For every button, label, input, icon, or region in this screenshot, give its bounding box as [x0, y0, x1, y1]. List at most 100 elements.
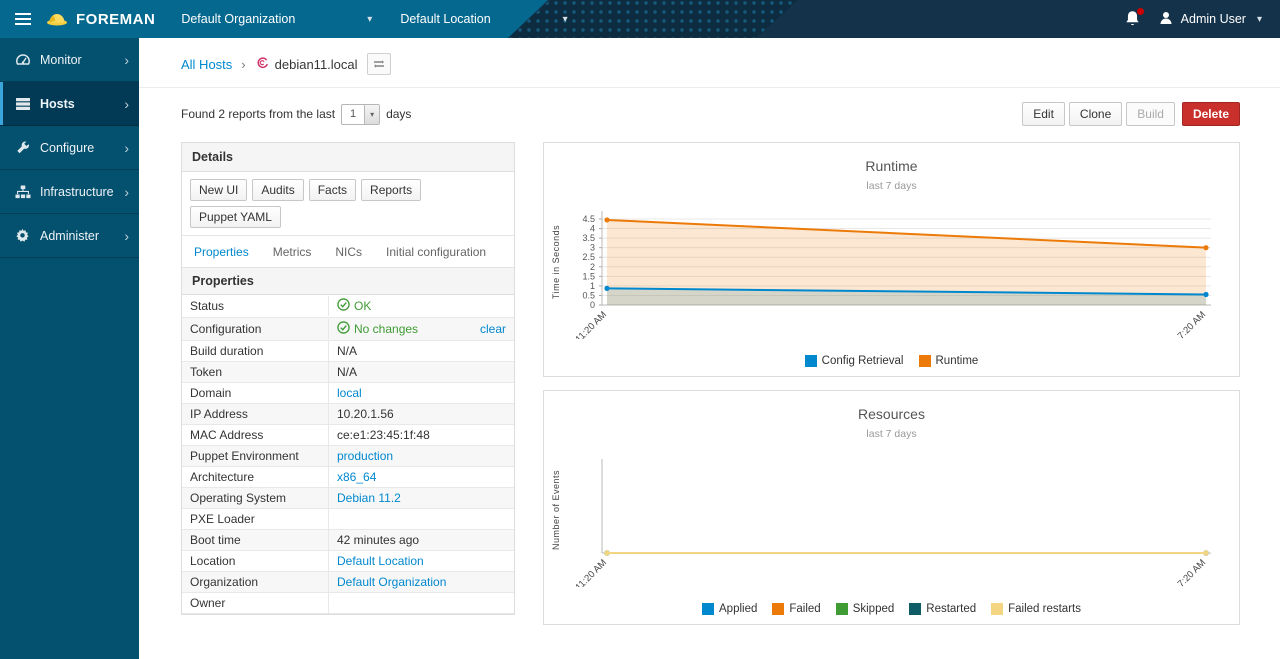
- legend-label: Failed restarts: [1008, 603, 1081, 615]
- table-row: LocationDefault Location: [182, 551, 514, 572]
- property-value: N/A: [337, 344, 357, 358]
- host-name: debian11.local: [275, 57, 358, 72]
- legend-swatch: [919, 355, 931, 367]
- svg-text:1.5: 1.5: [582, 271, 595, 281]
- sidebar-item-hosts[interactable]: Hosts›: [0, 82, 139, 126]
- sidebar-item-label: Infrastructure: [40, 185, 114, 199]
- user-menu[interactable]: Admin User ▾: [1158, 10, 1262, 29]
- chevron-right-icon: ›: [124, 53, 129, 67]
- server-icon: [14, 96, 31, 112]
- property-label: Organization: [182, 572, 329, 592]
- status-value: OK: [354, 299, 371, 313]
- tab-initial-configuration[interactable]: Initial configuration: [386, 245, 486, 259]
- new-ui-button[interactable]: New UI: [190, 179, 247, 201]
- days-select[interactable]: 1 ▾: [341, 104, 380, 125]
- brand-name: FOREMAN: [76, 11, 155, 28]
- breadcrumb: All Hosts › debian11.local: [139, 38, 1280, 88]
- sidebar-nav: Monitor › Hosts› Configure › Infrastructure›A…: [0, 38, 139, 659]
- notifications-bell-icon[interactable]: [1124, 10, 1142, 28]
- x-axis-tick-label: 11/25, 11:20 AM: [553, 309, 609, 339]
- property-label: Owner: [182, 593, 329, 613]
- properties-table-title: Properties: [182, 268, 514, 295]
- delete-button[interactable]: Delete: [1182, 102, 1240, 126]
- gear-icon: [14, 228, 31, 244]
- reports-toolbar: Found 2 reports from the last 1 ▾ days E…: [139, 88, 1280, 136]
- top-navbar: FOREMAN Default Organization ▾ Default L…: [0, 0, 1280, 38]
- property-value-link[interactable]: Debian 11.2: [337, 491, 401, 505]
- clone-button[interactable]: Clone: [1069, 102, 1122, 126]
- details-panel-title: Details: [182, 143, 514, 172]
- legend-item-runtime[interactable]: Runtime: [919, 355, 979, 367]
- property-label: Configuration: [182, 319, 329, 339]
- table-row: Domainlocal: [182, 383, 514, 404]
- sidebar-item-administer[interactable]: Administer›: [0, 214, 139, 258]
- resources-chart: Resourceslast 7 daysNumber of Events11/2…: [545, 395, 1238, 587]
- svg-text:4: 4: [590, 224, 595, 234]
- property-value-link[interactable]: x86_64: [337, 470, 376, 484]
- breadcrumb-separator-icon: ›: [241, 57, 245, 72]
- runtime-chart: Runtimelast 7 days00.511.522.533.544.5Ti…: [545, 147, 1238, 339]
- build-button[interactable]: Build: [1126, 102, 1175, 126]
- foreman-helmet-icon: [46, 9, 68, 30]
- property-label: Status: [182, 296, 329, 316]
- svg-text:4.5: 4.5: [582, 214, 595, 224]
- user-avatar-icon: [1158, 10, 1174, 29]
- y-axis-label: Number of Events: [551, 470, 561, 550]
- property-label: Puppet Environment: [182, 446, 329, 466]
- x-axis-tick-label: 11/25, 11:20 AM: [553, 557, 609, 587]
- svg-text:0.5: 0.5: [582, 290, 595, 300]
- tab-properties[interactable]: Properties: [194, 245, 249, 259]
- chevron-right-icon: ›: [124, 141, 129, 155]
- table-row: ConfigurationNo changesclear: [182, 318, 514, 341]
- property-label: IP Address: [182, 404, 329, 424]
- tab-metrics[interactable]: Metrics: [273, 245, 312, 259]
- legend-item-skipped[interactable]: Skipped: [836, 603, 895, 615]
- puppet-yaml-button[interactable]: Puppet YAML: [190, 206, 281, 228]
- svg-text:2.5: 2.5: [582, 252, 595, 262]
- property-value-link[interactable]: Default Organization: [337, 575, 446, 589]
- legend-swatch: [702, 603, 714, 615]
- reports-count-text: Found 2 reports from the last: [181, 107, 335, 121]
- chart-title: Runtime: [865, 158, 917, 174]
- sidebar-item-label: Monitor: [40, 53, 82, 67]
- resources-chart-panel: Resourceslast 7 daysNumber of Events11/2…: [543, 390, 1240, 625]
- breadcrumb-all-hosts-link[interactable]: All Hosts: [181, 57, 232, 72]
- svg-text:0: 0: [590, 300, 595, 310]
- legend-label: Applied: [719, 603, 757, 615]
- legend-item-config-retrieval[interactable]: Config Retrieval: [805, 355, 904, 367]
- legend-item-restarted[interactable]: Restarted: [909, 603, 976, 615]
- property-value: ce:e1:23:45:1f:48: [337, 428, 430, 442]
- details-panel: Details New UIAudits FactsReports Puppet Y…: [181, 142, 515, 615]
- circle-check-icon: [337, 298, 350, 314]
- reports-button[interactable]: Reports: [361, 179, 421, 201]
- edit-button[interactable]: Edit: [1022, 102, 1065, 126]
- audits-button[interactable]: Audits: [252, 179, 303, 201]
- legend-item-failed-restarts[interactable]: Failed restarts: [991, 603, 1081, 615]
- organization-selector[interactable]: Default Organization ▾: [181, 12, 372, 26]
- hamburger-menu-icon[interactable]: [0, 0, 46, 38]
- legend-item-applied[interactable]: Applied: [702, 603, 757, 615]
- facts-button[interactable]: Facts: [309, 179, 356, 201]
- property-label: PXE Loader: [182, 509, 329, 529]
- svg-text:2: 2: [590, 262, 595, 272]
- sidebar-item-configure[interactable]: Configure ›: [0, 126, 139, 170]
- exchange-icon[interactable]: [367, 53, 391, 75]
- runtime-chart-panel: Runtimelast 7 days00.511.522.533.544.5Ti…: [543, 142, 1240, 377]
- property-value: N/A: [337, 365, 357, 379]
- legend-item-failed[interactable]: Failed: [772, 603, 820, 615]
- property-value-link[interactable]: production: [337, 449, 393, 463]
- table-row: Puppet Environment production: [182, 446, 514, 467]
- sidebar-item-monitor[interactable]: Monitor ›: [0, 38, 139, 82]
- sidebar-item-label: Hosts: [40, 97, 75, 111]
- property-value-link[interactable]: Default Location: [337, 554, 424, 568]
- clear-link[interactable]: clear: [480, 322, 506, 336]
- sidebar-item-infrastructure[interactable]: Infrastructure›: [0, 170, 139, 214]
- property-value-link[interactable]: local: [337, 386, 362, 400]
- legend-label: Config Retrieval: [822, 355, 904, 367]
- svg-text:3: 3: [590, 243, 595, 253]
- tab-nics[interactable]: NICs: [335, 245, 362, 259]
- sidebar-item-label: Configure: [40, 141, 94, 155]
- legend-label: Runtime: [936, 355, 979, 367]
- foreman-brand[interactable]: FOREMAN: [46, 9, 155, 30]
- location-selector[interactable]: Default Location ▾: [400, 12, 567, 26]
